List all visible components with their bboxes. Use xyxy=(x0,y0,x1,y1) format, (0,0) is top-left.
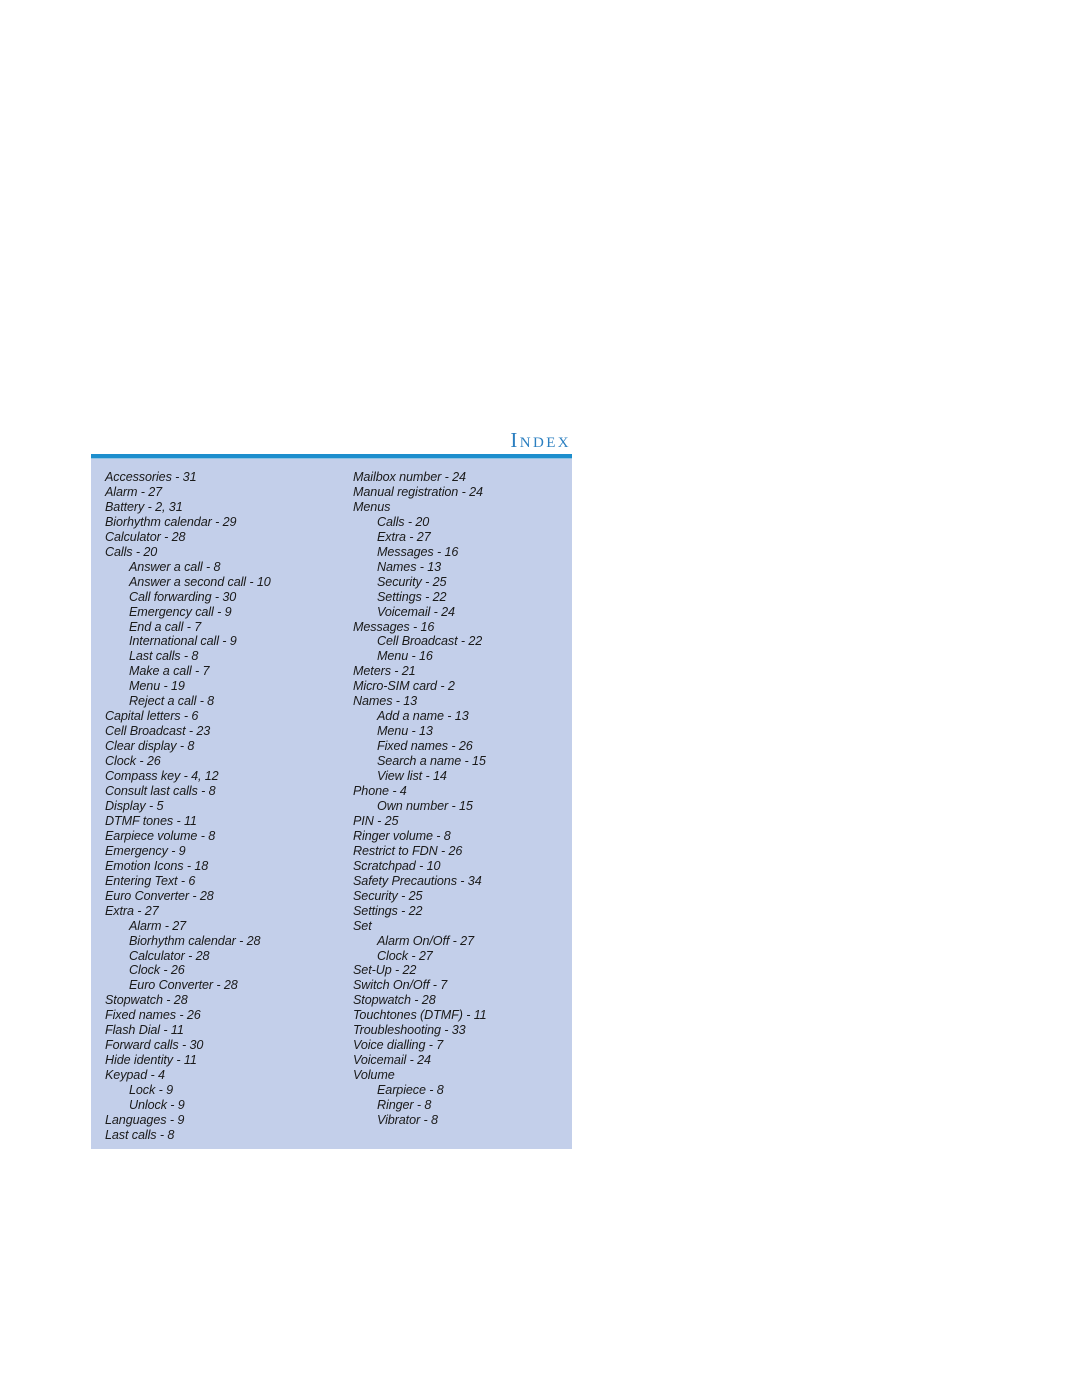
index-entry: DTMF tones - 11 xyxy=(105,813,197,828)
index-entry: Mailbox number - 24 xyxy=(353,470,466,484)
index-entry: Answer a second call - 10 xyxy=(129,574,271,589)
index-entry: Forward calls - 30 xyxy=(105,1038,204,1053)
index-entry: International call - 9 xyxy=(129,634,237,649)
index-entry: Consult last calls - 8 xyxy=(105,784,216,799)
index-entry: Stopwatch - 28 xyxy=(353,993,436,1008)
index-entry: Extra - 27 xyxy=(377,529,431,544)
index-entry: View list - 14 xyxy=(377,769,447,784)
index-entry: Settings - 22 xyxy=(353,903,423,918)
index-entry: Hide identity - 11 xyxy=(105,1053,197,1068)
index-entry: Alarm On/Off - 27 xyxy=(377,933,474,948)
index-entry: Reject a call - 8 xyxy=(129,694,215,709)
index-entry: Scratchpad - 10 xyxy=(353,858,441,873)
index-entry: Unlock - 9 xyxy=(129,1098,185,1113)
index-entry: Emergency call - 9 xyxy=(129,604,232,619)
index-entry: Earpiece - 8 xyxy=(377,1083,444,1098)
index-entry: Fixed names - 26 xyxy=(377,739,473,754)
index-entry: Call forwarding - 30 xyxy=(129,589,237,604)
index-entry: Security - 25 xyxy=(353,888,423,903)
index-entry: Flash Dial - 11 xyxy=(105,1023,184,1038)
index-entry: Set-Up - 22 xyxy=(353,963,417,978)
index-entry: Accessories - 31 xyxy=(105,470,197,484)
index-entry: Menu - 16 xyxy=(377,649,433,664)
index-entry: Clock - 27 xyxy=(377,948,433,963)
index-entry: Battery - 2, 31 xyxy=(105,499,183,514)
index-entry: Euro Converter - 28 xyxy=(129,978,238,993)
index-entry: Voicemail - 24 xyxy=(377,604,455,619)
index-entry: Switch On/Off - 7 xyxy=(353,978,448,993)
index-entry: Vibrator - 8 xyxy=(377,1112,438,1127)
index-entry: Security - 25 xyxy=(377,574,447,589)
index-entry: Clock - 26 xyxy=(105,754,161,769)
index-entry: Clear display - 8 xyxy=(105,739,195,754)
index-entry: Make a call - 7 xyxy=(129,664,210,679)
index-entry: Calculator - 28 xyxy=(129,948,210,963)
index-entry: Messages - 16 xyxy=(377,544,459,559)
index-entry: Touchtones (DTMF) - 11 xyxy=(353,1008,487,1023)
index-entry: Menus xyxy=(353,499,391,514)
index-entry: Alarm - 27 xyxy=(105,484,163,499)
index-entry: Extra - 27 xyxy=(105,903,159,918)
index-entry: Phone - 4 xyxy=(353,784,407,799)
index-entry: Last calls - 8 xyxy=(105,1127,175,1142)
index-entry: Biorhythm calendar - 28 xyxy=(129,933,261,948)
index-entry: Own number - 15 xyxy=(377,798,473,813)
index-entry: Last calls - 8 xyxy=(129,649,199,664)
index-entry: Troubleshooting - 33 xyxy=(353,1023,466,1038)
index-entry: Fixed names - 26 xyxy=(105,1008,201,1023)
index-entry: Earpiece volume - 8 xyxy=(105,828,216,843)
document-page: Index Accessories - 31 Alarm - 27 Battery … xyxy=(0,0,1080,1397)
index-entry: Search a name - 15 xyxy=(377,754,486,769)
index-entry: Languages - 9 xyxy=(105,1112,185,1127)
index-entry: Micro-SIM card - 2 xyxy=(353,679,455,694)
index-entry: Menu - 13 xyxy=(377,724,433,739)
index-entry: Stopwatch - 28 xyxy=(105,993,188,1008)
index-entry: Ringer volume - 8 xyxy=(353,828,451,843)
index-entry: Alarm - 27 xyxy=(129,918,187,933)
index-entry: Emotion Icons - 18 xyxy=(105,858,209,873)
index-entry: Euro Converter - 28 xyxy=(105,888,214,903)
page-title: Index xyxy=(510,428,571,452)
index-column-right: Mailbox number - 24 Manual registration -… xyxy=(353,470,568,1128)
index-entry: Keypad - 4 xyxy=(105,1068,165,1083)
index-panel: Accessories - 31 Alarm - 27 Battery - 2, 3… xyxy=(91,459,572,1149)
index-entry: Biorhythm calendar - 29 xyxy=(105,514,237,529)
index-entry: Lock - 9 xyxy=(129,1083,173,1098)
index-entry: Cell Broadcast - 22 xyxy=(377,634,483,649)
index-entry: Calls - 20 xyxy=(377,514,430,529)
index-entry: Set xyxy=(353,918,372,933)
index-section: Index Accessories - 31 Alarm - 27 Battery … xyxy=(91,428,572,1149)
index-entry: Ringer - 8 xyxy=(377,1098,432,1113)
index-entry: End a call - 7 xyxy=(129,619,202,634)
index-entry: Safety Precautions - 34 xyxy=(353,873,482,888)
index-entry: Names - 13 xyxy=(377,559,442,574)
index-entry: Manual registration - 24 xyxy=(353,484,483,499)
index-entry: Menu - 19 xyxy=(129,679,185,694)
index-entry: Answer a call - 8 xyxy=(129,559,221,574)
index-entry: Cell Broadcast - 23 xyxy=(105,724,211,739)
index-entry: Clock - 26 xyxy=(129,963,185,978)
index-entry: Voicemail - 24 xyxy=(353,1053,431,1068)
index-entry: Names - 13 xyxy=(353,694,418,709)
index-entry: Compass key - 4, 12 xyxy=(105,769,219,784)
index-entry: Capital letters - 6 xyxy=(105,709,199,724)
index-entry: Messages - 16 xyxy=(353,619,435,634)
index-entry: Add a name - 13 xyxy=(377,709,469,724)
index-entry: Restrict to FDN - 26 xyxy=(353,843,463,858)
index-entry: Emergency - 9 xyxy=(105,843,186,858)
index-entry: Meters - 21 xyxy=(353,664,416,679)
index-entry: Calculator - 28 xyxy=(105,529,186,544)
index-entry: Volume xyxy=(353,1068,395,1083)
index-entry: Display - 5 xyxy=(105,798,164,813)
index-entry: PIN - 25 xyxy=(353,813,399,828)
index-entry: Settings - 22 xyxy=(377,589,447,604)
index-entry: Calls - 20 xyxy=(105,544,158,559)
index-column-left: Accessories - 31 Alarm - 27 Battery - 2, 3… xyxy=(105,470,353,1143)
index-entry: Voice dialling - 7 xyxy=(353,1038,444,1053)
index-entry: Entering Text - 6 xyxy=(105,873,196,888)
